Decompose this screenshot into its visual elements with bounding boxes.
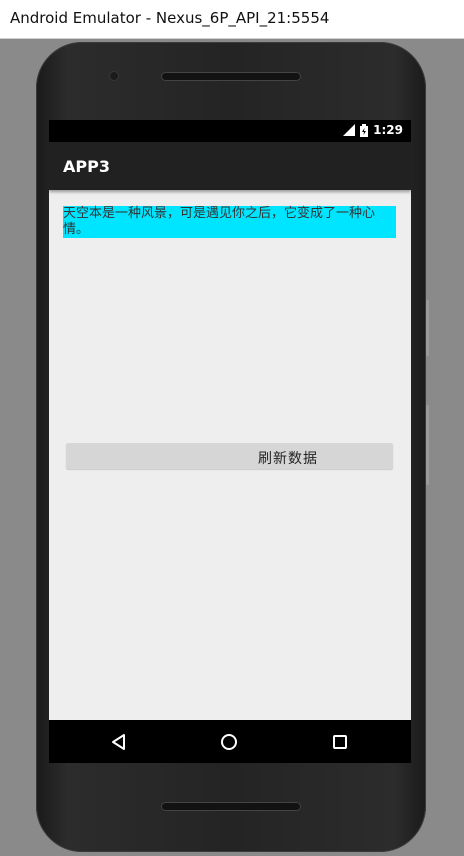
status-time: 1:29 [373,123,403,137]
refresh-button-label: 刷新数据 [258,451,318,467]
refresh-data-button[interactable]: 刷新数据 [66,443,393,469]
app-title: APP3 [63,157,110,176]
signal-icon [343,124,356,136]
back-icon[interactable] [109,732,129,752]
emulator-title-bar: Android Emulator - Nexus_6P_API_21:5554 [0,0,464,39]
battery-icon [360,123,369,137]
front-camera-icon [110,72,118,80]
action-bar: APP3 [49,142,411,190]
window-title: Android Emulator - Nexus_6P_API_21:5554 [10,9,330,27]
recents-icon[interactable] [330,732,350,752]
top-speaker [161,72,301,81]
bottom-speaker [161,802,301,811]
status-bar: 1:29 [49,120,411,142]
volume-button[interactable] [426,405,429,485]
device-screen: 1:29 APP3 天空本是一种风景，可是遇见你之后，它变成了一种心情。 刷新数… [49,120,411,763]
navigation-bar [49,720,411,763]
content-textview: 天空本是一种风景，可是遇见你之后，它变成了一种心情。 [63,206,396,238]
home-icon[interactable] [219,732,239,752]
power-button[interactable] [426,300,429,356]
